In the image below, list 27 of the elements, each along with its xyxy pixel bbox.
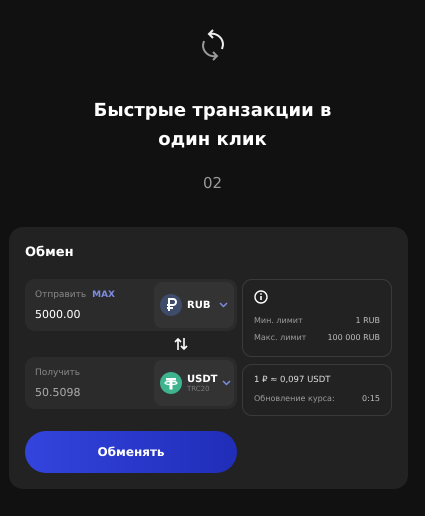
update-label: Обновление курса: <box>254 394 335 403</box>
currency-name: USDT <box>187 374 218 384</box>
info-icon <box>254 290 268 304</box>
step-number: 02 <box>202 174 222 192</box>
amount-value: 50.5098 <box>35 386 80 398</box>
send-field[interactable]: Отправить MAX 5000.00 RUB <box>25 279 237 331</box>
chevron-icon <box>222 380 232 386</box>
currency-select[interactable]: RUB <box>154 282 234 328</box>
currency-name: RUB <box>187 300 212 310</box>
limit-value: 1 RUB <box>355 316 380 325</box>
max-button[interactable]: MAX <box>92 290 116 300</box>
chevron-icon <box>219 302 228 308</box>
headline: Быстрые транзакции в один клик <box>92 99 332 152</box>
field-label: Получить <box>35 368 80 378</box>
update-timer: 0:15 <box>362 394 380 403</box>
card-title: Обмен <box>25 245 75 260</box>
limit-label: Макс. лимит <box>254 333 306 342</box>
exchange-button[interactable]: Обменять <box>25 431 237 473</box>
limit-value: 100 000 RUB <box>327 333 380 342</box>
exchange-rate: 1 ₽ ≈ 0,097 USDT <box>254 375 332 385</box>
swap-icon[interactable] <box>174 337 188 351</box>
limit-label: Мин. лимит <box>254 316 303 325</box>
amount-value: 5000.00 <box>35 308 82 320</box>
field-label: Отправить <box>35 290 86 300</box>
tether-icon <box>160 372 182 394</box>
refresh-icon <box>200 28 226 62</box>
ruble-icon <box>160 294 182 316</box>
